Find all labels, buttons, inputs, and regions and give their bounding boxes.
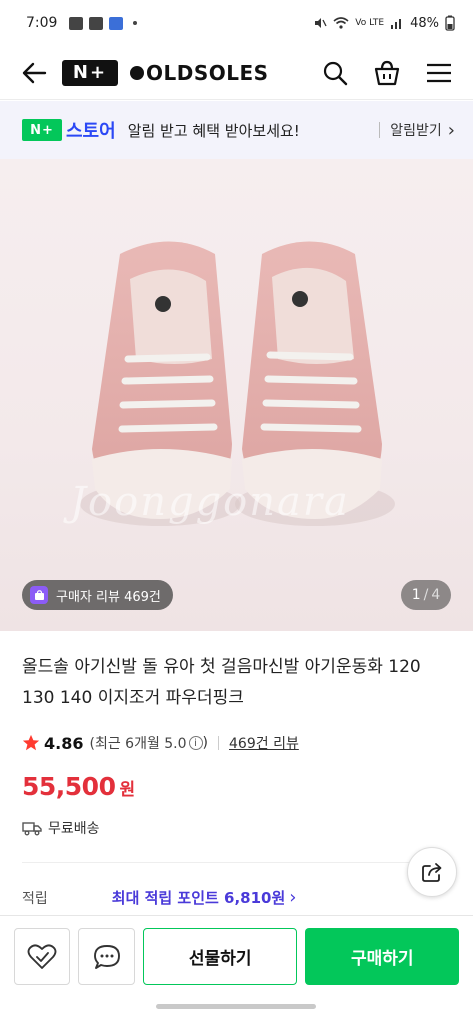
shipping-row: 무료배송: [22, 818, 100, 838]
notification-banner: N+ 스토어 알림 받고 혜택 받아보세요! 알림받기 ›: [0, 101, 473, 159]
points-label: 적립: [22, 890, 48, 907]
info-icon[interactable]: i: [188, 736, 203, 750]
recent-rating-close: ): [202, 735, 209, 751]
brand-name: OLDSOLES: [146, 60, 269, 85]
share-icon: [422, 863, 442, 882]
buy-button[interactable]: 구매하기: [305, 928, 459, 985]
shipping-label: 무료배송: [48, 821, 100, 837]
search-icon: [323, 61, 348, 85]
arrow-left-icon: [22, 62, 47, 83]
shopping-bag-icon: [374, 60, 400, 85]
brand-mark-icon: [130, 65, 144, 80]
gift-button[interactable]: 선물하기: [142, 928, 298, 985]
app-notification-icon: [89, 16, 104, 30]
star-icon: [22, 734, 40, 751]
delivery-truck-icon: [22, 822, 42, 836]
recent-rating: (최근 6개월 5.0: [89, 736, 187, 752]
product-title: 올드솔 아기신발 돌 유아 첫 걸음마신발 아기운동화 120 130 140 …: [22, 657, 421, 708]
search-button[interactable]: [319, 57, 351, 89]
total-pages: 4: [431, 587, 441, 603]
buyer-review-badge[interactable]: 구매자 리뷰 469건: [22, 580, 173, 610]
gallery-notification-icon: [69, 16, 84, 30]
section-divider: [22, 862, 453, 863]
more-notifications-icon: [133, 21, 138, 25]
notify-message: 알림 받고 혜택 받아보세요!: [127, 121, 300, 140]
bottom-action-bar: 선물하기 구매하기: [0, 915, 473, 997]
message-notification-icon: [109, 16, 124, 30]
subscribe-alerts-button[interactable]: 알림받기 ›: [390, 120, 455, 141]
image-page-indicator: 1 / 4: [401, 580, 451, 610]
back-button[interactable]: [18, 57, 50, 89]
wifi-icon: [333, 17, 349, 29]
product-image-gallery[interactable]: Joonggonara 구매자 리뷰 469건 1 / 4: [0, 159, 473, 631]
naver-plus-logo[interactable]: N+: [62, 59, 118, 86]
subscribe-alerts-label: 알림받기: [390, 123, 442, 139]
signal-icon: [391, 19, 402, 29]
battery-icon: [445, 15, 455, 31]
points-row[interactable]: 적립 최대 적립 포인트 6,810원 ›: [22, 887, 296, 908]
rating-divider: [218, 736, 220, 750]
points-value: 최대 적립 포인트 6,810원: [111, 889, 286, 907]
chat-bubble-icon: [93, 944, 120, 969]
review-bag-icon: [30, 586, 48, 604]
app-header: N+ OLDSOLES: [0, 46, 473, 100]
heart-check-icon: [27, 943, 57, 969]
status-bar: 7:09 Vo LTE 48%: [0, 0, 473, 46]
product-price: 55,500: [22, 772, 116, 801]
rating-row: 4.86 (최근 6개월 5.0 i ) 469건 리뷰: [22, 733, 299, 753]
notify-divider: [379, 122, 381, 138]
points-chevron-icon: ›: [289, 887, 297, 908]
brand-logo[interactable]: OLDSOLES: [130, 61, 269, 85]
status-time: 7:09: [26, 15, 58, 31]
product-photo: [80, 241, 395, 526]
page-separator: /: [423, 587, 429, 603]
mute-icon: [315, 18, 327, 28]
price-currency: 원: [119, 780, 136, 800]
hamburger-menu-icon: [427, 63, 451, 82]
rating-score: 4.86: [44, 733, 84, 753]
naver-store-logo: N+ 스토어: [22, 117, 116, 143]
menu-button[interactable]: [423, 57, 455, 89]
current-page: 1: [411, 587, 421, 603]
buyer-review-label: 구매자 리뷰 469건: [56, 589, 161, 605]
gesture-nav-handle[interactable]: [156, 1004, 316, 1009]
cart-button[interactable]: [371, 57, 403, 89]
wishlist-button[interactable]: [14, 928, 71, 985]
store-plus-badge: N+: [22, 119, 62, 141]
talk-talk-button[interactable]: [78, 928, 135, 985]
price-row: 55,500 원: [22, 772, 135, 801]
battery-level: 48%: [410, 15, 439, 31]
chevron-right-icon: ›: [447, 119, 455, 141]
store-label: 스토어: [66, 121, 116, 142]
review-count-link[interactable]: 469건 리뷰: [229, 733, 299, 753]
share-button[interactable]: [407, 847, 457, 897]
network-type: Vo LTE: [355, 18, 385, 28]
image-watermark: Joonggonara: [70, 479, 350, 525]
